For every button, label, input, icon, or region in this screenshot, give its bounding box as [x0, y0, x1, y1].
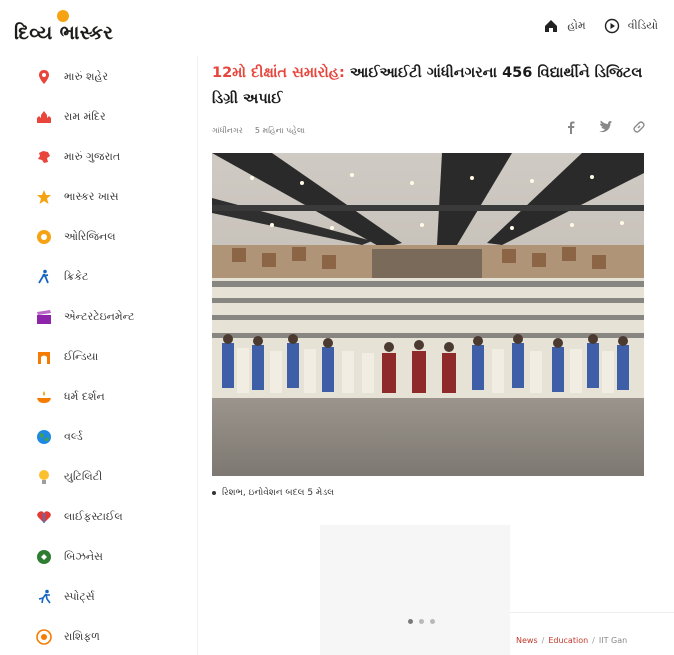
carousel-dot-3[interactable] [430, 619, 435, 624]
carousel-dots [408, 619, 435, 624]
sidebar-item-world[interactable]: વર્લ્ડ [36, 427, 83, 447]
nav-home-label: હોમ [567, 19, 586, 32]
nav-video[interactable]: વીડિયો [604, 18, 658, 34]
nav-home[interactable]: હોમ [543, 18, 586, 34]
logo-dot [57, 10, 69, 22]
sidebar-item-label: ભાસ્કર ખાસ [64, 190, 119, 203]
link-icon[interactable] [632, 120, 646, 134]
zodiac-icon [36, 629, 52, 645]
convocation-photo[interactable] [212, 153, 644, 476]
article-meta: ગાંધીનગર 5 મહિના પહેલા [212, 126, 305, 136]
breadcrumb-current: IIT Gan [598, 636, 628, 645]
sidebar-item-label: મારું શહેર [64, 70, 109, 83]
sidebar-item-label: સ્પોર્ટ્સ [64, 590, 95, 603]
top-nav: હોમ વીડિયો [543, 18, 658, 34]
sidebar-item-entertainment[interactable]: એન્ટરટેઇનમેન્ટ [36, 307, 135, 327]
breadcrumb-separator: / [541, 636, 545, 645]
sidebar-item-my-gujarat[interactable]: મારું ગુજરાત [36, 147, 120, 167]
original-icon [37, 230, 51, 244]
sidebar-item-label: મારું ગુજરાત [64, 150, 121, 163]
article-time: 5 મહિના પહેલા [254, 126, 305, 135]
sidebar-item-india[interactable]: ઈન્ડિયા [36, 347, 98, 367]
logo[interactable]: દિવ્ય ભાસ્કર [14, 22, 113, 44]
sidebar-item-label: બિઝનેસ [64, 550, 103, 563]
sidebar-item-cricket[interactable]: ક્રિકેટ [36, 267, 88, 287]
caption-bullet [212, 491, 216, 495]
header: દિવ્ય ભાસ્કર હોમ વીડિયો [0, 0, 674, 56]
article-location: ગાંધીનગર [212, 126, 243, 135]
runner-icon [38, 589, 51, 604]
breadcrumb-news[interactable]: News [516, 636, 538, 645]
sidebar-item-label: યુટિલિટી [64, 470, 103, 483]
bulb-icon [39, 470, 49, 484]
article-headline[interactable]: 12મો દીક્ષાંત સમારોહ: આઈઆઈટી ગાંધીનગરના … [212, 60, 652, 112]
caption-text: રિશભ, ઇનોવેશન બદલ 5 મેડલ [222, 488, 335, 498]
sidebar-item-label: એન્ટરટેઇનમેન્ટ [64, 310, 135, 323]
clapperboard-icon [37, 310, 51, 324]
sidebar-item-original[interactable]: ઓરિજિનલ [36, 227, 116, 247]
sidebar-item-label: વર્લ્ડ [64, 430, 83, 443]
sidebar-item-label: ક્રિકેટ [64, 270, 89, 283]
cricket-icon [38, 269, 49, 284]
divider [510, 612, 674, 613]
carousel-dot-2[interactable] [419, 619, 424, 624]
headline-accent: 12મો દીક્ષાંત સમારોહ: [212, 65, 345, 81]
sidebar-item-my-city[interactable]: મારું શહેર [36, 67, 108, 87]
sidebar-item-dharm-darshan[interactable]: ધર્મ દર્શન [36, 387, 105, 407]
sidebar-item-bhaskar-khas[interactable]: ભાસ્કર ખાસ [36, 187, 119, 207]
sidebar-item-label: રાશિફળ [64, 630, 100, 643]
gujarat-map-icon [38, 151, 50, 163]
breadcrumb-separator: / [592, 636, 595, 645]
star-icon [37, 190, 51, 204]
location-pin-icon [39, 70, 49, 84]
india-gate-icon [38, 352, 50, 364]
sidebar-item-ram-mandir[interactable]: રામ મંદિર [36, 107, 106, 127]
sidebar-item-label: ધર્મ દર્શન [64, 390, 105, 403]
home-icon [545, 20, 558, 32]
globe-icon [37, 430, 51, 444]
sidebar-item-business[interactable]: બિઝનેસ [36, 547, 103, 567]
sidebar-item-utility[interactable]: યુટિલિટી [36, 467, 102, 487]
sidebar-item-rashifal[interactable]: રાશિફળ [36, 627, 100, 647]
sidebar-item-label: રામ મંદિર [64, 110, 106, 123]
breadcrumb-education[interactable]: Education [548, 636, 588, 645]
temple-icon [37, 111, 51, 123]
twitter-icon[interactable] [598, 120, 612, 134]
lamp-icon [37, 391, 51, 403]
ad-placeholder [320, 525, 510, 655]
sidebar-item-sports[interactable]: સ્પોર્ટ્સ [36, 587, 95, 607]
share-bar [564, 120, 646, 134]
sidebar-item-lifestyle[interactable]: લાઈફસ્ટાઈલ [36, 507, 123, 527]
business-icon [37, 550, 51, 564]
sidebar-item-label: લાઈફસ્ટાઈલ [64, 510, 123, 523]
photo-caption: રિશભ, ઇનોવેશન બદલ 5 મેડલ [212, 488, 334, 498]
carousel-dot-1[interactable] [408, 619, 413, 624]
sidebar-item-label: ઓરિજિનલ [64, 230, 116, 243]
facebook-icon[interactable] [564, 120, 578, 134]
play-icon [604, 18, 619, 34]
sidebar: મારું શહેર રામ મંદિર મારું ગુજરાત ભાસ્કર… [0, 56, 198, 655]
breadcrumb: News / Education / IIT Gan [516, 636, 627, 645]
sidebar-item-label: ઈન્ડિયા [64, 350, 99, 363]
heart-icon [37, 511, 51, 523]
nav-video-label: વીડિયો [627, 19, 658, 32]
